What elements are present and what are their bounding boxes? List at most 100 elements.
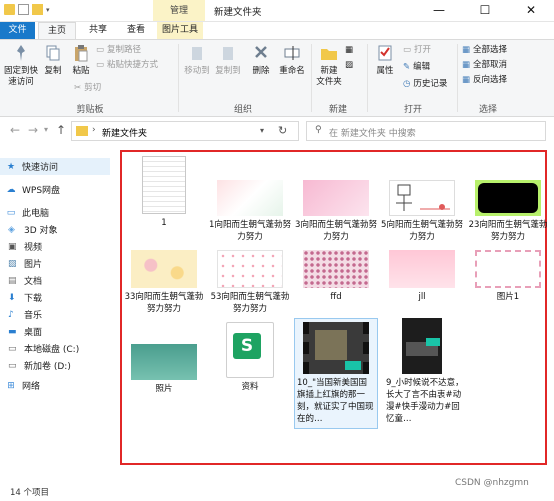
context-tab-manage[interactable]: 管理: [153, 0, 205, 21]
open-button[interactable]: ▭ 打开: [403, 45, 431, 56]
file-item[interactable]: 照片: [122, 344, 206, 395]
maximize-button[interactable]: ☐: [462, 0, 508, 21]
image-thumbnail: [131, 250, 197, 288]
cut-button[interactable]: ✂ 剪切: [74, 83, 101, 94]
nav-item-label: 新加卷 (D:): [24, 362, 71, 372]
invert-selection-button[interactable]: ▦ 反向选择: [462, 75, 507, 86]
nav-item-music[interactable]: ♪ 音乐: [0, 306, 110, 323]
nav-item-quick-access[interactable]: ★ 快速访问: [0, 158, 110, 175]
image-thumbnail: [475, 180, 541, 216]
copy-icon: [46, 45, 60, 61]
file-item[interactable]: S 资料: [208, 322, 292, 393]
copy-to-button[interactable]: 复制到: [213, 44, 243, 77]
file-item[interactable]: 5向阳而生朝气蓬勃努力努力: [380, 180, 464, 243]
file-item[interactable]: ffd: [294, 250, 378, 303]
file-item[interactable]: 1: [122, 156, 206, 229]
nav-item-wps-cloud[interactable]: ☁ WPS网盘: [0, 181, 110, 198]
paste-shortcut-button[interactable]: ▭ 粘贴快捷方式: [96, 60, 158, 71]
close-button[interactable]: ✕: [508, 0, 554, 21]
search-input[interactable]: 在 新建文件夹 中搜索: [329, 126, 416, 139]
chevron-down-icon[interactable]: ▾: [260, 126, 264, 135]
nav-item-downloads[interactable]: ⬇ 下载: [0, 289, 110, 306]
open-group-label: 打开: [403, 105, 422, 115]
nav-item-drive-d[interactable]: ▭ 新加卷 (D:): [0, 357, 110, 374]
image-thumbnail: [217, 250, 283, 288]
refresh-icon[interactable]: ↻: [278, 124, 287, 137]
star-icon: ★: [6, 161, 16, 172]
rename-label: 重命名: [279, 66, 305, 76]
file-name: 33向阳而生朝气蓬勃努力努力: [124, 292, 204, 314]
download-icon: ⬇: [8, 292, 16, 303]
history-button[interactable]: ◷ 历史记录: [403, 79, 447, 90]
nav-item-desktop[interactable]: ▬ 桌面: [0, 323, 110, 340]
file-name: 1向阳而生朝气蓬勃努力努力: [209, 220, 291, 242]
scissors-icon: ✂: [74, 83, 82, 93]
copy-path-button[interactable]: ▭ 复制路径: [96, 45, 141, 56]
status-item-count: 14 个项目: [10, 488, 50, 498]
properties-button[interactable]: 属性: [371, 44, 399, 77]
file-item[interactable]: 图片1: [466, 250, 550, 303]
nav-item-3d-objects[interactable]: ◈ 3D 对象: [0, 221, 110, 238]
new-item-button[interactable]: ▦: [345, 45, 353, 56]
ribbon-separator: [178, 44, 179, 112]
tab-picture-tools[interactable]: 图片工具: [157, 22, 203, 39]
properties-icon[interactable]: [18, 4, 29, 15]
file-item[interactable]: 9_小时候说不达意，长大了言不由衷#动漫#快手漫动力#回忆童…: [380, 318, 464, 425]
breadcrumb[interactable]: 新建文件夹: [102, 126, 147, 139]
select-all-button[interactable]: ▦ 全部选择: [462, 45, 507, 56]
file-name: 1: [161, 218, 167, 228]
nav-item-label: 本地磁盘 (C:): [24, 345, 80, 355]
file-item[interactable]: 3向阳而生朝气蓬勃努力努力: [294, 180, 378, 243]
nav-item-this-pc[interactable]: ▭ 此电脑: [0, 204, 110, 221]
back-arrow-icon[interactable]: ←: [10, 123, 20, 137]
forward-arrow-icon[interactable]: →: [28, 123, 38, 137]
pin-label: 固定到快 速访问: [4, 66, 39, 87]
tab-share[interactable]: 共享: [80, 22, 116, 39]
copy-button[interactable]: 复制: [40, 44, 66, 77]
folder-icon: [4, 4, 15, 15]
delete-button[interactable]: 删除: [248, 44, 274, 77]
nav-item-documents[interactable]: ▤ 文档: [0, 272, 110, 289]
image-thumbnail: [389, 180, 455, 216]
up-arrow-icon[interactable]: ↑: [56, 123, 66, 137]
search-box[interactable]: ⚲ 在 新建文件夹 中搜索: [306, 121, 546, 141]
nav-item-drive-c[interactable]: ▭ 本地磁盘 (C:): [0, 340, 110, 357]
new-folder-icon[interactable]: [32, 4, 43, 15]
nav-item-label: 网络: [22, 382, 41, 392]
file-item[interactable]: jll: [380, 250, 464, 303]
chevron-down-icon[interactable]: ▾: [46, 6, 50, 14]
pin-icon: [17, 45, 25, 61]
file-item[interactable]: 10_"当国新美国国旗插上红旗的那一刻，就证实了中国现在的…: [294, 318, 378, 429]
breadcrumb-chevron-icon: ›: [92, 125, 96, 135]
select-all-icon: ▦: [462, 45, 471, 55]
recent-chevron-icon[interactable]: ▾: [44, 125, 48, 134]
easy-access-button[interactable]: ▨: [345, 60, 353, 71]
edit-button[interactable]: ✎ 编辑: [403, 62, 430, 73]
file-item[interactable]: 23向阳而生朝气蓬勃努力努力: [466, 180, 550, 243]
delete-label: 删除: [252, 66, 270, 76]
desktop-icon: ▬: [8, 326, 17, 337]
paste-button[interactable]: 粘贴: [68, 44, 94, 77]
nav-item-label: 文档: [24, 277, 43, 287]
select-none-button[interactable]: ▦ 全部取消: [462, 60, 507, 71]
new-group-label: 新建: [328, 105, 347, 115]
pin-quick-access-button[interactable]: 固定到快 速访问: [4, 44, 38, 88]
blank-file-icon: [142, 156, 186, 214]
properties-label: 属性: [376, 66, 394, 76]
tab-home[interactable]: 主页: [38, 22, 76, 39]
nav-item-videos[interactable]: ▣ 视频: [0, 238, 110, 255]
new-folder-button[interactable]: 新建 文件夹: [314, 44, 344, 88]
rename-button[interactable]: 重命名: [277, 44, 307, 77]
file-item[interactable]: 53向阳而生朝气蓬勃努力努力: [208, 250, 292, 315]
image-thumbnail: [217, 180, 283, 216]
nav-item-pictures[interactable]: ▨ 图片: [0, 255, 110, 272]
address-box[interactable]: › 新建文件夹 ▾ ↻: [71, 121, 299, 141]
tab-view[interactable]: 查看: [118, 22, 154, 39]
minimize-button[interactable]: —: [416, 0, 462, 21]
move-to-button[interactable]: 移动到: [182, 44, 212, 77]
file-item[interactable]: 33向阳而生朝气蓬勃努力努力: [122, 250, 206, 315]
nav-item-network[interactable]: ⊞ 网络: [0, 377, 110, 394]
tab-file[interactable]: 文件: [0, 22, 35, 39]
file-item[interactable]: 1向阳而生朝气蓬勃努力努力: [208, 180, 292, 243]
copy-path-label: 复制路径: [107, 45, 142, 55]
